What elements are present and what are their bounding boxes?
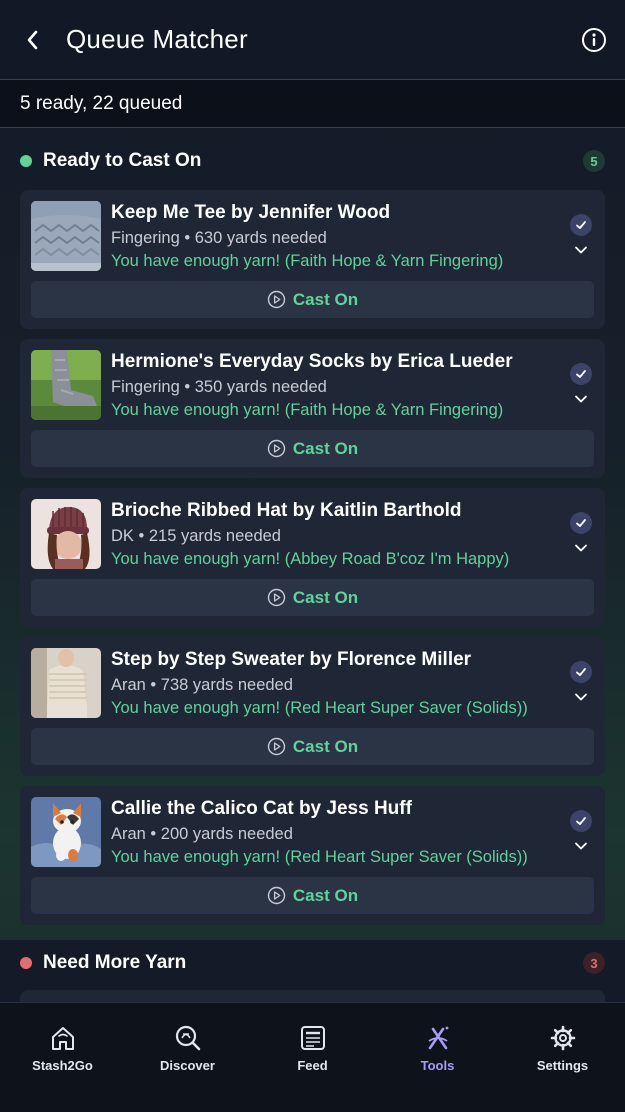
tab-tools[interactable]: Tools [375,1003,500,1083]
home-icon [51,1027,74,1050]
cast-on-label: Cast On [292,885,359,905]
play-circle-icon [267,886,286,905]
pattern-card[interactable]: Step by Step Sweater by Florence Miller … [20,637,605,776]
pattern-title: Hermione's Everyday Socks by Erica Luede… [111,351,513,372]
check-icon [576,519,586,527]
expand-button[interactable] [573,391,589,407]
chevron-down-icon [575,842,587,850]
pattern-thumbnail [31,201,101,271]
tools-icon [428,1026,448,1050]
tab-label: Discover [160,1058,215,1073]
pattern-meta: Aran • 200 yards needed [111,825,293,843]
gear-icon [550,1025,575,1051]
back-button[interactable] [0,0,66,80]
pattern-title: Brioche Ribbed Hat by Kaitlin Barthold [111,500,462,521]
pattern-card[interactable]: Hermione's Everyday Socks by Erica Luede… [20,339,605,478]
ready-section-header[interactable]: Ready to Cast On 5 [0,138,625,184]
expand-button[interactable] [573,242,589,258]
chevron-down-icon [575,246,587,254]
need-more-yarn-section: Need More Yarn 3 [0,940,625,1002]
check-icon [576,370,586,378]
page-title: Queue Matcher [66,24,248,54]
ready-section-title: Ready to Cast On [43,150,202,171]
pattern-title: Callie the Calico Cat by Jess Huff [111,798,412,819]
cast-on-label: Cast On [292,438,359,458]
tab-label: Feed [297,1058,328,1073]
pattern-meta: DK • 215 yards needed [111,527,281,545]
yarn-status: You have enough yarn! (Abbey Road B'coz … [111,550,510,568]
pattern-meta: Aran • 738 yards needed [111,676,293,694]
cast-on-button[interactable]: Cast On [31,281,594,318]
play-circle-icon [267,439,286,458]
bottom-tab-bar: Stash2Go Discover Feed Tools Settings [0,1002,625,1112]
tab-settings[interactable]: Settings [500,1003,625,1083]
discover-icon [175,1025,200,1051]
ready-section: Ready to Cast On 5 Keep Me Tee by Jennif… [0,128,625,936]
play-circle-icon [267,737,286,756]
cast-on-label: Cast On [292,736,359,756]
chevron-down-icon [575,693,587,701]
play-circle-icon [267,290,286,309]
cast-on-label: Cast On [292,289,359,309]
cast-on-label: Cast On [292,587,359,607]
chevron-down-icon [575,395,587,403]
ready-check-badge [570,661,592,683]
expand-button[interactable] [573,838,589,854]
need-dot-icon [20,957,32,969]
ready-check-badge [570,214,592,236]
pattern-title: Step by Step Sweater by Florence Miller [111,649,472,670]
pattern-thumbnail [31,499,101,569]
expand-button[interactable] [573,689,589,705]
cast-on-button[interactable]: Cast On [31,430,594,467]
ready-check-badge [570,512,592,534]
check-icon [576,221,586,229]
pattern-title: Keep Me Tee by Jennifer Wood [111,202,391,223]
expand-button[interactable] [573,540,589,556]
yarn-status: You have enough yarn! (Faith Hope & Yarn… [111,401,504,419]
need-section-header[interactable]: Need More Yarn 3 [0,940,625,986]
cast-on-button[interactable]: Cast On [31,728,594,765]
feed-icon [300,1026,325,1050]
ready-check-badge [570,363,592,385]
tab-label: Settings [536,1058,589,1073]
content-scroll-area[interactable]: Ready to Cast On 5 Keep Me Tee by Jennif… [0,128,625,1002]
check-icon [576,817,586,825]
chevron-left-icon [27,30,38,49]
app-header: Queue Matcher [0,0,625,80]
yarn-status: You have enough yarn! (Faith Hope & Yarn… [111,252,504,270]
tab-discover[interactable]: Discover [125,1003,250,1083]
play-circle-icon [267,588,286,607]
need-section-title: Need More Yarn [43,952,187,973]
pattern-card[interactable]: Keep Me Tee by Jennifer Wood Fingering •… [20,190,605,329]
tab-label: Tools [420,1058,455,1073]
pattern-card[interactable]: Brioche Ribbed Hat by Kaitlin Barthold D… [20,488,605,627]
tab-stash2go[interactable]: Stash2Go [0,1003,125,1083]
tab-label: Stash2Go [32,1058,93,1073]
pattern-thumbnail [31,648,101,718]
pattern-card[interactable]: Callie the Calico Cat by Jess Huff Aran … [20,786,605,925]
pattern-meta: Fingering • 350 yards needed [111,378,327,396]
tab-feed[interactable]: Feed [250,1003,375,1083]
ready-dot-icon [20,155,32,167]
info-icon [582,28,606,52]
chevron-down-icon [575,544,587,552]
check-icon [576,668,586,676]
need-count-badge: 3 [583,952,605,974]
cast-on-button[interactable]: Cast On [31,579,594,616]
pattern-thumbnail [31,350,101,420]
yarn-status: You have enough yarn! (Red Heart Super S… [111,848,528,866]
ready-count-badge: 5 [583,150,605,172]
yarn-status: You have enough yarn! (Red Heart Super S… [111,699,528,717]
queue-summary: 5 ready, 22 queued [0,80,625,128]
info-button[interactable] [581,27,607,53]
pattern-card[interactable] [20,990,605,1002]
ready-check-badge [570,810,592,832]
pattern-thumbnail [31,797,101,867]
pattern-meta: Fingering • 630 yards needed [111,229,327,247]
cast-on-button[interactable]: Cast On [31,877,594,914]
